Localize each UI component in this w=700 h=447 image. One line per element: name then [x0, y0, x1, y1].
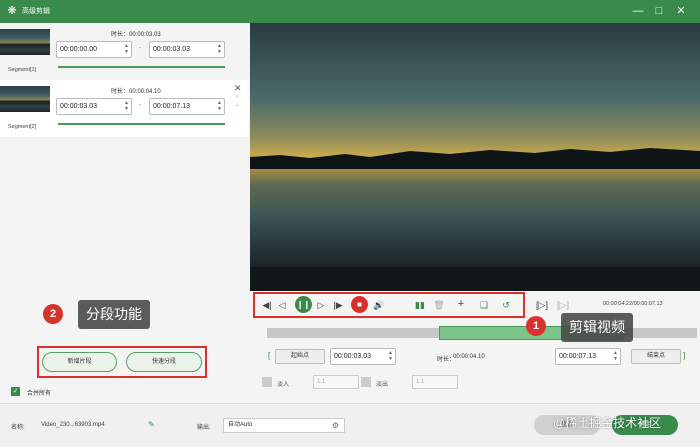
end-bracket-icon: ]: [683, 351, 686, 360]
title-bar: ❋ 高级剪辑 — □ ✕: [0, 0, 700, 23]
edit-name-icon[interactable]: ✎: [148, 420, 155, 429]
step-forward-icon[interactable]: ▷: [316, 299, 326, 311]
maximize-icon[interactable]: □: [651, 3, 667, 19]
trim-start-time[interactable]: 00:00:03.03 ▲ ▼: [330, 348, 396, 365]
time-spin-arrows-icon[interactable]: ▲ ▼: [217, 100, 222, 112]
segment-end-time[interactable]: 00:00:07.13 ▲ ▼: [149, 98, 225, 115]
start-bracket-icon: [: [268, 351, 271, 360]
trim-end-time[interactable]: 00:00:07.13 ▲ ▼: [555, 348, 621, 365]
merge-all-checkbox[interactable]: ✓: [11, 387, 20, 396]
add-icon[interactable]: +: [455, 298, 467, 310]
watermark-text: @稀土掘金技术社区: [553, 416, 662, 430]
name-label: 名称:: [11, 425, 25, 431]
segment-item[interactable]: Segment[1] 时长：00:00:03.03 00:00:00.00 ▲ ▼…: [0, 23, 249, 80]
segment-label: Segment[2]: [8, 124, 37, 130]
playback-timecode: 00:00:04.22/00:00:07.13: [603, 301, 663, 307]
callout-number-badge: 2: [43, 304, 63, 324]
set-end-button[interactable]: 结束点: [631, 349, 681, 364]
minimize-icon[interactable]: —: [630, 3, 646, 19]
reset-icon[interactable]: ↺: [500, 299, 512, 311]
new-segment-button[interactable]: 新增片段: [42, 352, 117, 372]
close-icon[interactable]: ✕: [673, 3, 689, 19]
fade-out-label: 淡出: [376, 382, 389, 388]
segment-thumbnail[interactable]: [0, 29, 50, 55]
merge-all-label: 合并所有: [27, 391, 52, 397]
callout-number-badge: 1: [526, 316, 546, 336]
fade-out-value[interactable]: 1.1: [412, 375, 458, 389]
segment-progress-bar: [58, 123, 225, 125]
app-logo-icon: ❋: [7, 5, 17, 17]
stop-icon[interactable]: ■: [351, 296, 368, 313]
step-back-icon[interactable]: ◁: [277, 299, 287, 311]
fade-in-value[interactable]: 1.1: [313, 375, 359, 389]
segment-panel: Segment[1] 时长：00:00:03.03 00:00:00.00 ▲ ▼…: [0, 23, 249, 403]
split-icon[interactable]: ▮▮: [414, 299, 426, 311]
segment-item[interactable]: Segment[2] 时长：00:00:04.10 00:00:03.03 ▲ ▼…: [0, 80, 249, 137]
delete-segment-icon[interactable]: ✕: [234, 83, 242, 94]
player-controls: ◀| ◁ ❙❙ ▷ |▶ ■ 🔊 ▮▮ 🗑 + ❏ ↺ [▷] [▷] 00:0…: [250, 291, 700, 403]
fade-in-checkbox[interactable]: [262, 377, 272, 387]
copy-icon[interactable]: ❏: [478, 299, 490, 311]
fade-out-checkbox[interactable]: [361, 377, 371, 387]
callout-segment-feature: 分段功能: [78, 300, 150, 329]
quick-split-button[interactable]: 快速分段: [126, 352, 202, 372]
output-label: 输出:: [197, 425, 211, 431]
settings-gear-icon[interactable]: ⚙: [332, 419, 339, 432]
reorder-arrows-icon[interactable]: ⌃ ⌄: [235, 95, 239, 109]
mark-in-icon[interactable]: [▷]: [535, 299, 549, 311]
time-spin-arrows-icon[interactable]: ▲ ▼: [217, 43, 222, 55]
time-spin-arrows-icon[interactable]: ▲ ▼: [124, 100, 129, 112]
set-start-button[interactable]: 起始点: [275, 349, 325, 364]
mark-out-icon[interactable]: [▷]: [557, 299, 569, 311]
segment-start-time[interactable]: 00:00:03.03 ▲ ▼: [56, 98, 132, 115]
go-to-start-icon[interactable]: ◀|: [261, 299, 273, 311]
segment-duration: 时长：00:00:03.03: [111, 32, 161, 38]
segment-end-time[interactable]: 00:00:03.03 ▲ ▼: [149, 41, 225, 58]
fade-in-label: 淡入: [277, 382, 290, 388]
segment-label: Segment[1]: [8, 67, 37, 73]
time-spin-arrows-icon[interactable]: ▲ ▼: [613, 350, 618, 362]
file-name: Video_230...63903.mp4: [41, 422, 105, 428]
segment-start-time[interactable]: 00:00:00.00 ▲ ▼: [56, 41, 132, 58]
output-format-select[interactable]: 自动Auto ⚙: [223, 418, 345, 433]
time-spin-arrows-icon[interactable]: ▲ ▼: [388, 350, 393, 362]
trim-duration-value: 00:00:04.10: [453, 354, 485, 360]
callout-edit-video: 剪辑视频: [561, 313, 633, 342]
video-preview[interactable]: [250, 23, 700, 291]
segment-duration: 时长：00:00:04.10: [111, 89, 161, 95]
go-to-end-icon[interactable]: |▶: [332, 299, 344, 311]
volume-icon[interactable]: 🔊: [373, 299, 385, 311]
pause-icon[interactable]: ❙❙: [295, 296, 312, 313]
delete-icon[interactable]: 🗑: [433, 299, 445, 311]
time-spin-arrows-icon[interactable]: ▲ ▼: [124, 43, 129, 55]
window-title: 高级剪辑: [22, 8, 50, 15]
segment-progress-bar: [58, 66, 225, 68]
segment-thumbnail[interactable]: [0, 86, 50, 112]
